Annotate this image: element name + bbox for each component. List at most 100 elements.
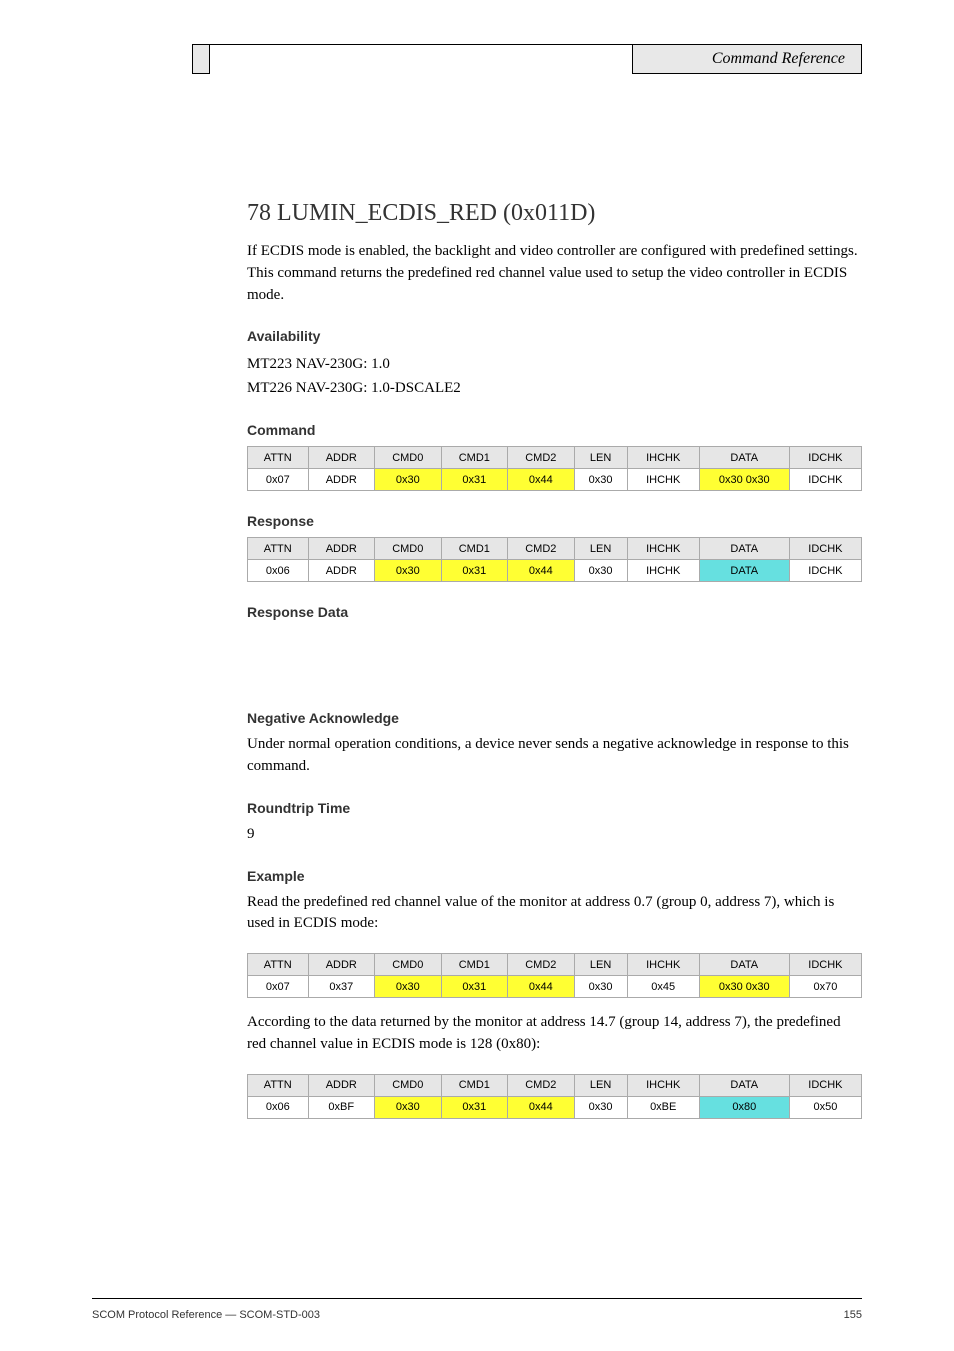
example-heading: Example [247,868,862,884]
col-cmd2: CMD2 [508,538,575,560]
col-cmd0: CMD0 [375,447,442,469]
col-cmd1: CMD1 [441,954,508,976]
table-row: 0x06 0xBF 0x30 0x31 0x44 0x30 0xBE 0x80 … [248,1096,862,1118]
col-idchk: IDCHK [789,954,861,976]
cell: 0x30 0x30 [699,469,789,491]
table-header-row: ATTN ADDR CMD0 CMD1 CMD2 LEN IHCHK DATA … [248,1074,862,1096]
col-len: LEN [574,538,627,560]
cell: 0x30 [574,1096,627,1118]
availability-line-1: MT223 NAV-230G: 1.0 [247,352,862,376]
cell: IHCHK [627,469,699,491]
cell: 0x31 [441,469,508,491]
description: If ECDIS mode is enabled, the backlight … [247,241,862,306]
col-addr: ADDR [308,1074,375,1096]
col-ihchk: IHCHK [627,1074,699,1096]
response-data-heading: Response Data [247,604,862,620]
cell: IDCHK [789,560,861,582]
response-data-text [247,628,862,688]
col-len: LEN [574,954,627,976]
cell: 0x44 [508,560,575,582]
cell: 0x06 [248,1096,309,1118]
col-cmd1: CMD1 [441,447,508,469]
availability-heading: Availability [247,328,862,344]
command-heading: Command [247,422,862,438]
cell: 0x30 [375,469,442,491]
footer-left: SCOM Protocol Reference — SCOM-STD-003 [92,1309,320,1321]
nak-text: Under normal operation conditions, a dev… [247,734,862,778]
cell: DATA [699,560,789,582]
col-cmd2: CMD2 [508,1074,575,1096]
footer-right: 155 [844,1309,862,1321]
table-header-row: ATTN ADDR CMD0 CMD1 CMD2 LEN IHCHK DATA … [248,538,862,560]
col-ihchk: IHCHK [627,538,699,560]
cell: 0x44 [508,976,575,998]
cell: 0x30 0x30 [699,976,789,998]
col-len: LEN [574,1074,627,1096]
col-data: DATA [699,954,789,976]
cell: ADDR [308,469,375,491]
col-data: DATA [699,1074,789,1096]
cell: 0x31 [441,976,508,998]
cell: IDCHK [789,469,861,491]
col-data: DATA [699,447,789,469]
table-row: 0x07 ADDR 0x30 0x31 0x44 0x30 IHCHK 0x30… [248,469,862,491]
example2-table: ATTN ADDR CMD0 CMD1 CMD2 LEN IHCHK DATA … [247,1074,862,1119]
header-title: Command Reference [712,50,845,68]
cell: 0x31 [441,560,508,582]
header-stub [192,44,210,74]
cell: 0x70 [789,976,861,998]
col-addr: ADDR [308,447,375,469]
table-header-row: ATTN ADDR CMD0 CMD1 CMD2 LEN IHCHK DATA … [248,447,862,469]
col-attn: ATTN [248,1074,309,1096]
availability-line-2: MT226 NAV-230G: 1.0-DSCALE2 [247,376,862,400]
example2-text: According to the data returned by the mo… [247,1012,862,1056]
page-content: 78 LUMIN_ECDIS_RED (0x011D) If ECDIS mod… [247,200,862,1133]
section-title: 78 LUMIN_ECDIS_RED (0x011D) [247,200,862,227]
command-table: ATTN ADDR CMD0 CMD1 CMD2 LEN IHCHK DATA … [247,446,862,491]
cell: 0x30 [574,976,627,998]
response-heading: Response [247,513,862,529]
response-table: ATTN ADDR CMD0 CMD1 CMD2 LEN IHCHK DATA … [247,537,862,582]
footer-rule [92,1298,862,1299]
col-ihchk: IHCHK [627,447,699,469]
cell: IHCHK [627,560,699,582]
col-ihchk: IHCHK [627,954,699,976]
table-header-row: ATTN ADDR CMD0 CMD1 CMD2 LEN IHCHK DATA … [248,954,862,976]
col-idchk: IDCHK [789,447,861,469]
col-data: DATA [699,538,789,560]
col-addr: ADDR [308,954,375,976]
example1-text: Read the predefined red channel value of… [247,892,862,936]
nak-heading: Negative Acknowledge [247,710,862,726]
col-addr: ADDR [308,538,375,560]
header-title-box: Command Reference [632,44,862,74]
cell: 0x07 [248,976,309,998]
col-idchk: IDCHK [789,538,861,560]
col-cmd0: CMD0 [375,538,442,560]
cell: 0x30 [375,1096,442,1118]
col-cmd1: CMD1 [441,538,508,560]
col-cmd2: CMD2 [508,447,575,469]
cell: 0x30 [574,469,627,491]
cell: 0x31 [441,1096,508,1118]
cell: 0x07 [248,469,309,491]
col-attn: ATTN [248,447,309,469]
example1-table: ATTN ADDR CMD0 CMD1 CMD2 LEN IHCHK DATA … [247,953,862,998]
cell: 0x44 [508,1096,575,1118]
cell: 0x06 [248,560,309,582]
col-idchk: IDCHK [789,1074,861,1096]
col-cmd1: CMD1 [441,1074,508,1096]
col-len: LEN [574,447,627,469]
table-row: 0x06 ADDR 0x30 0x31 0x44 0x30 IHCHK DATA… [248,560,862,582]
cell: 0x50 [789,1096,861,1118]
cell: ADDR [308,560,375,582]
rtt-text: 9 [247,824,862,846]
cell: 0x30 [375,976,442,998]
cell: 0x37 [308,976,375,998]
cell: 0x30 [375,560,442,582]
table-row: 0x07 0x37 0x30 0x31 0x44 0x30 0x45 0x30 … [248,976,862,998]
cell: 0x45 [627,976,699,998]
cell: 0x30 [574,560,627,582]
col-attn: ATTN [248,954,309,976]
col-cmd0: CMD0 [375,954,442,976]
col-cmd2: CMD2 [508,954,575,976]
